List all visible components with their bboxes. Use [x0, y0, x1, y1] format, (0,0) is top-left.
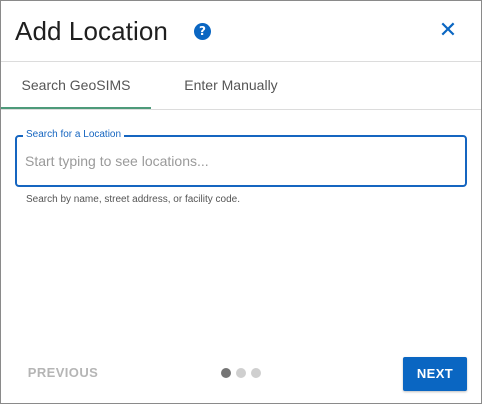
search-field-label: Search for a Location — [23, 129, 125, 141]
location-search-input[interactable] — [25, 149, 455, 173]
location-search-field: Search for a Location — [15, 129, 467, 187]
help-icon[interactable]: ? — [194, 23, 211, 40]
step-dot-1 — [221, 368, 231, 378]
close-icon[interactable]: ✕ — [437, 19, 459, 43]
step-indicator — [221, 368, 263, 378]
search-helper-text: Search by name, street address, or facil… — [26, 194, 240, 205]
tab-search-geosims[interactable]: Search GeoSIMS — [1, 62, 151, 109]
add-location-dialog: Add Location ? ✕ Search GeoSIMS Enter Ma… — [0, 0, 482, 404]
tab-enter-manually[interactable]: Enter Manually — [151, 62, 311, 109]
dialog-header: Add Location ? ✕ — [1, 1, 481, 61]
previous-button[interactable]: PREVIOUS — [15, 357, 111, 389]
tab-bar: Search GeoSIMS Enter Manually — [1, 62, 481, 110]
step-dot-3 — [251, 368, 261, 378]
tabs-divider — [1, 109, 481, 110]
dialog-title: Add Location — [15, 16, 168, 46]
next-button[interactable]: NEXT — [403, 357, 467, 391]
step-dot-2 — [236, 368, 246, 378]
